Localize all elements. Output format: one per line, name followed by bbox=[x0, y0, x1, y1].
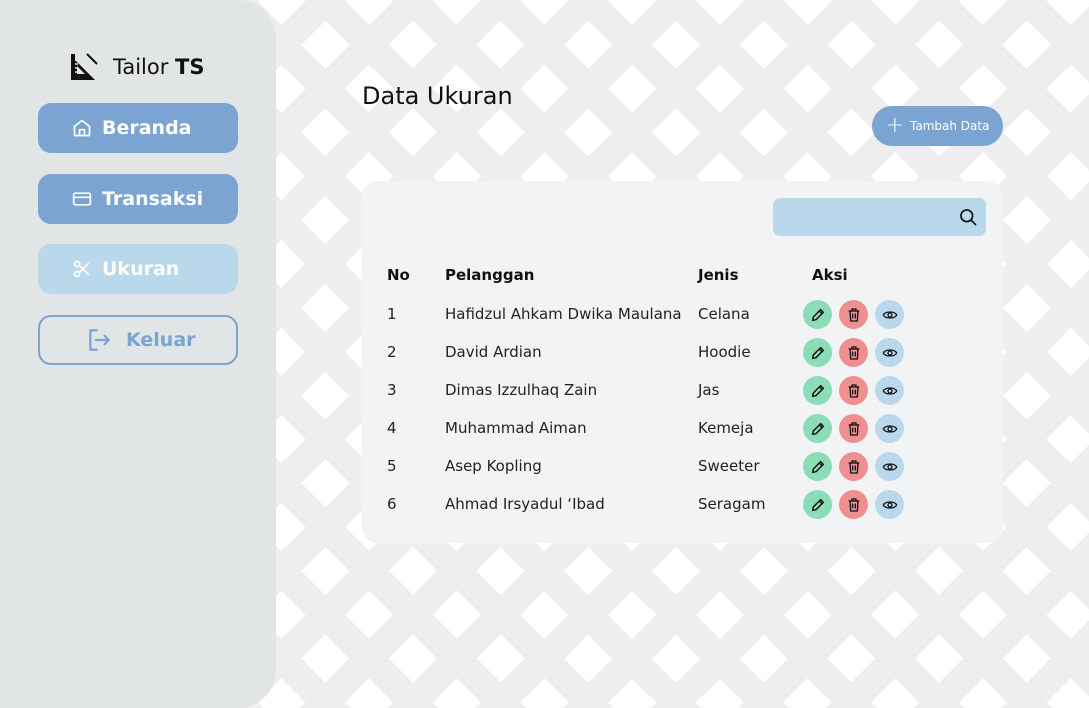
row-actions bbox=[803, 414, 904, 443]
row-actions bbox=[803, 490, 904, 519]
search-input[interactable] bbox=[773, 198, 986, 236]
delete-button[interactable] bbox=[839, 414, 868, 443]
row-actions bbox=[803, 452, 904, 481]
table-row: 1 Hafidzul Ahkam Dwika Maulana Celana bbox=[362, 296, 1003, 334]
cell-no: 4 bbox=[387, 419, 397, 437]
pencil-icon bbox=[810, 459, 826, 475]
pencil-icon bbox=[810, 345, 826, 361]
sidebar-item-label: Beranda bbox=[102, 117, 192, 139]
sidebar-item-label: Ukuran bbox=[102, 258, 180, 280]
search-icon[interactable] bbox=[958, 207, 978, 227]
brand-bold: TS bbox=[175, 55, 205, 79]
trash-icon bbox=[846, 383, 862, 399]
cell-pelanggan: Muhammad Aiman bbox=[445, 419, 587, 437]
cell-no: 2 bbox=[387, 343, 397, 361]
sidebar-item-label: Transaksi bbox=[102, 188, 204, 210]
row-actions bbox=[803, 376, 904, 405]
pencil-icon bbox=[810, 383, 826, 399]
edit-button[interactable] bbox=[803, 414, 832, 443]
cell-no: 1 bbox=[387, 305, 397, 323]
view-button[interactable] bbox=[875, 300, 904, 329]
delete-button[interactable] bbox=[839, 490, 868, 519]
column-header-pelanggan: Pelanggan bbox=[445, 266, 535, 284]
cell-pelanggan: David Ardian bbox=[445, 343, 542, 361]
trash-icon bbox=[846, 307, 862, 323]
edit-button[interactable] bbox=[803, 490, 832, 519]
view-button[interactable] bbox=[875, 376, 904, 405]
cell-no: 5 bbox=[387, 457, 397, 475]
sidebar-item-transaksi[interactable]: Transaksi bbox=[38, 174, 238, 224]
table-row: 6 Ahmad Irsyadul ‘Ibad Seragam bbox=[362, 486, 1003, 524]
edit-button[interactable] bbox=[803, 338, 832, 367]
cell-pelanggan: Ahmad Irsyadul ‘Ibad bbox=[445, 495, 605, 513]
pencil-icon bbox=[810, 421, 826, 437]
trash-icon bbox=[846, 459, 862, 475]
row-actions bbox=[803, 338, 904, 367]
cell-pelanggan: Dimas Izzulhaq Zain bbox=[445, 381, 598, 399]
card-icon bbox=[72, 192, 92, 206]
sidebar-item-label: Keluar bbox=[126, 329, 196, 351]
cell-pelanggan: Hafidzul Ahkam Dwika Maulana bbox=[445, 305, 682, 323]
sidebar-item-ukuran[interactable]: Ukuran bbox=[38, 244, 238, 294]
cell-jenis: Celana bbox=[698, 305, 750, 323]
table-row: 5 Asep Kopling Sweeter bbox=[362, 448, 1003, 486]
brand: Tailor TS bbox=[69, 52, 205, 82]
table-row: 2 David Ardian Hoodie bbox=[362, 334, 1003, 372]
column-header-aksi: Aksi bbox=[812, 266, 848, 284]
cell-pelanggan: Asep Kopling bbox=[445, 457, 542, 475]
view-button[interactable] bbox=[875, 338, 904, 367]
logout-icon bbox=[89, 329, 110, 351]
pencil-icon bbox=[810, 497, 826, 513]
brand-prefix: Tailor bbox=[113, 55, 176, 79]
add-data-label: Tambah Data bbox=[910, 119, 990, 133]
trash-icon bbox=[846, 345, 862, 361]
cell-jenis: Seragam bbox=[698, 495, 766, 513]
column-header-no: No bbox=[387, 266, 410, 284]
trash-icon bbox=[846, 421, 862, 437]
eye-icon bbox=[882, 421, 898, 437]
sidebar-item-beranda[interactable]: Beranda bbox=[38, 103, 238, 153]
eye-icon bbox=[882, 345, 898, 361]
cell-no: 6 bbox=[387, 495, 397, 513]
brand-name: Tailor TS bbox=[113, 55, 205, 79]
edit-button[interactable] bbox=[803, 300, 832, 329]
cell-jenis: Kemeja bbox=[698, 419, 754, 437]
search-box bbox=[773, 198, 986, 236]
delete-button[interactable] bbox=[839, 300, 868, 329]
data-table-card: No Pelanggan Jenis Aksi 1 Hafidzul Ahkam … bbox=[362, 181, 1003, 543]
eye-icon bbox=[882, 497, 898, 513]
table-row: 3 Dimas Izzulhaq Zain Jas bbox=[362, 372, 1003, 410]
home-icon bbox=[73, 119, 91, 137]
delete-button[interactable] bbox=[839, 376, 868, 405]
sidebar-item-keluar[interactable]: Keluar bbox=[38, 315, 238, 365]
row-actions bbox=[803, 300, 904, 329]
cell-jenis: Sweeter bbox=[698, 457, 760, 475]
cell-no: 3 bbox=[387, 381, 397, 399]
delete-button[interactable] bbox=[839, 338, 868, 367]
add-data-button[interactable]: + Tambah Data bbox=[872, 106, 1003, 146]
table-row: 4 Muhammad Aiman Kemeja bbox=[362, 410, 1003, 448]
column-header-jenis: Jenis bbox=[698, 266, 739, 284]
trash-icon bbox=[846, 497, 862, 513]
eye-icon bbox=[882, 383, 898, 399]
plus-icon: + bbox=[885, 113, 904, 138]
cell-jenis: Jas bbox=[698, 381, 720, 399]
delete-button[interactable] bbox=[839, 452, 868, 481]
pencil-icon bbox=[810, 307, 826, 323]
view-button[interactable] bbox=[875, 414, 904, 443]
edit-button[interactable] bbox=[803, 452, 832, 481]
cell-jenis: Hoodie bbox=[698, 343, 751, 361]
sidebar: Tailor TS Beranda Transaksi Ukuran Kelua… bbox=[0, 0, 276, 708]
eye-icon bbox=[882, 459, 898, 475]
edit-button[interactable] bbox=[803, 376, 832, 405]
ruler-triangle-icon bbox=[71, 53, 98, 80]
page-title: Data Ukuran bbox=[362, 82, 513, 110]
scissors-icon bbox=[73, 260, 90, 278]
eye-icon bbox=[882, 307, 898, 323]
view-button[interactable] bbox=[875, 452, 904, 481]
view-button[interactable] bbox=[875, 490, 904, 519]
